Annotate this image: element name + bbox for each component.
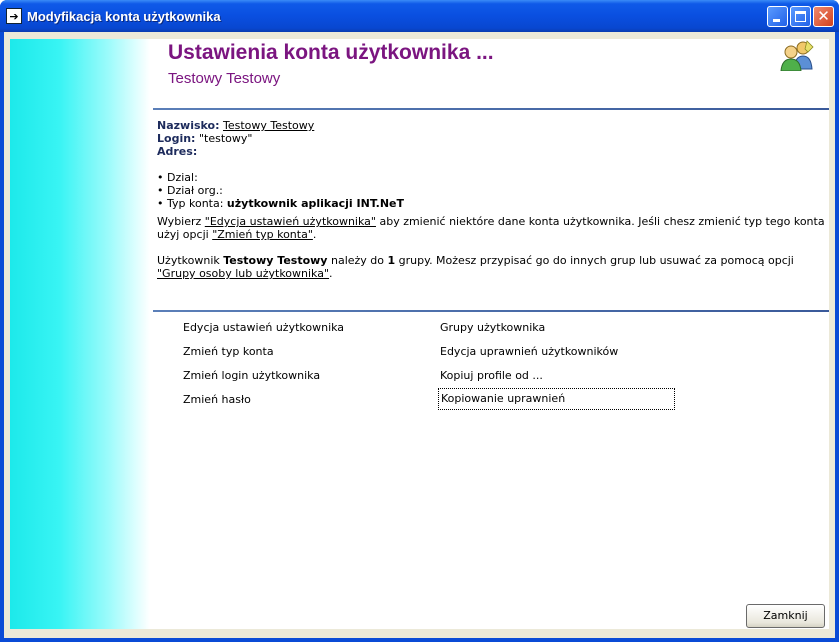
app-icon[interactable]: ➔ xyxy=(6,8,22,24)
action-copy-permissions[interactable]: Kopiowanie uprawnień xyxy=(438,388,675,410)
page-title: Ustawienia konta użytkownika ... xyxy=(168,41,494,64)
minimize-icon xyxy=(773,19,780,22)
decorative-gradient-strip xyxy=(10,39,150,629)
title-bar[interactable]: ➔ Modyfikacja konta użytkownika ✕ xyxy=(0,0,839,32)
action-edit-settings[interactable]: Edycja ustawień użytkownika xyxy=(183,321,344,334)
login-value: "testowy" xyxy=(198,132,253,145)
login-label: Login: xyxy=(157,132,196,145)
edit-settings-link[interactable]: "Edycja ustawień użytkownika" xyxy=(205,215,376,228)
address-label: Adres: xyxy=(157,145,198,158)
para2-user: Testowy Testowy xyxy=(223,254,328,267)
page-subtitle: Testowy Testowy xyxy=(168,70,281,87)
actions-divider xyxy=(153,310,829,312)
dzial-row: • Dzial: xyxy=(157,171,198,184)
surname-row: Nazwisko: Testowy Testowy xyxy=(157,119,314,132)
action-change-password[interactable]: Zmień hasło xyxy=(183,393,251,406)
client-area: Ustawienia konta użytkownika ... Testowy… xyxy=(4,32,835,638)
group-instructions: Użytkownik Testowy Testowy należy do 1 g… xyxy=(157,254,827,280)
action-edit-permissions[interactable]: Edycja uprawnień użytkowników xyxy=(440,345,618,358)
account-type-label: • Typ konta: xyxy=(157,197,224,210)
close-button[interactable]: Zamknij xyxy=(746,604,825,628)
maximize-icon xyxy=(795,11,806,22)
change-type-link[interactable]: "Zmień typ konta" xyxy=(212,228,313,241)
account-type-value: użytkownik aplikacji INT.NeT xyxy=(226,197,405,210)
dzial-org-row: • Dział org.: xyxy=(157,184,223,197)
header-divider xyxy=(153,108,829,110)
close-window-button[interactable]: ✕ xyxy=(813,6,834,27)
para1-text-3: . xyxy=(312,228,317,241)
login-row: Login: "testowy" xyxy=(157,132,252,145)
account-type-row: • Typ konta: użytkownik aplikacji INT.Ne… xyxy=(157,197,404,210)
para2-text-4: . xyxy=(329,267,333,280)
para1-text-1: Wybierz xyxy=(157,215,205,228)
window-title: Modyfikacja konta użytkownika xyxy=(27,9,221,24)
content-panel: Ustawienia konta użytkownika ... Testowy… xyxy=(10,39,829,629)
window: ➔ Modyfikacja konta użytkownika ✕ Ustawi… xyxy=(0,0,839,642)
minimize-button[interactable] xyxy=(767,6,788,27)
address-row: Adres: xyxy=(157,145,197,158)
para2-text-2: należy do xyxy=(327,254,388,267)
para2-text-1: Użytkownik xyxy=(157,254,224,267)
close-icon: ✕ xyxy=(817,7,830,25)
para2-text-3: grupy. Możesz przypisać go do innych gru… xyxy=(395,254,794,267)
users-icon xyxy=(780,40,814,71)
maximize-button[interactable] xyxy=(790,6,811,27)
action-copy-profiles[interactable]: Kopiuj profile od ... xyxy=(440,369,543,382)
edit-instructions: Wybierz "Edycja ustawień użytkownika" ab… xyxy=(157,215,827,241)
action-user-groups[interactable]: Grupy użytkownika xyxy=(440,321,545,334)
groups-link[interactable]: "Grupy osoby lub użytkownika" xyxy=(157,267,329,280)
action-change-login[interactable]: Zmień login użytkownika xyxy=(183,369,320,382)
action-change-type[interactable]: Zmień typ konta xyxy=(183,345,274,358)
surname-label: Nazwisko: xyxy=(157,119,220,132)
surname-link[interactable]: Testowy Testowy xyxy=(223,119,314,132)
